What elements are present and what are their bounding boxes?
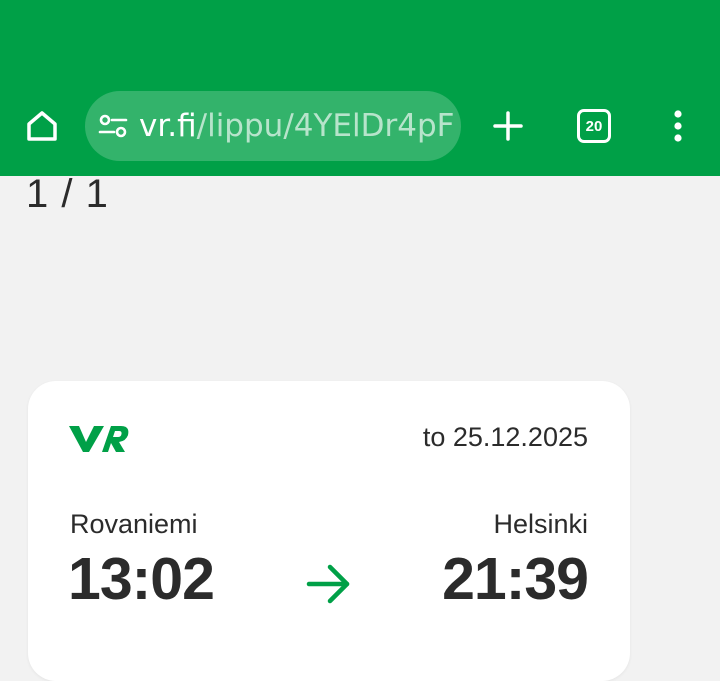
url-path: /lippu/4YElDr4pF <box>196 108 455 144</box>
more-options-button[interactable] <box>660 104 696 148</box>
arrow-right-icon <box>306 564 350 604</box>
url-text[interactable]: vr.fi/lippu/4YElDr4pF <box>139 108 454 144</box>
ticket-card[interactable]: to 25.12.2025 Rovaniemi Helsinki 13:02 2… <box>28 381 630 681</box>
ticket-page-counter: 1 / 1 <box>26 172 109 216</box>
vr-logo <box>69 426 129 452</box>
site-settings-icon <box>98 114 128 138</box>
tab-switcher-icon: 20 <box>577 109 611 143</box>
more-vert-icon <box>674 110 682 142</box>
ticket-date: to 25.12.2025 <box>422 422 588 452</box>
origin-station: Rovaniemi <box>70 509 198 539</box>
destination-station: Helsinki <box>493 509 588 539</box>
site-settings-button[interactable] <box>95 108 131 144</box>
address-bar[interactable]: vr.fi/lippu/4YElDr4pF <box>85 91 461 161</box>
departure-time: 13:02 <box>68 546 215 612</box>
home-icon <box>27 111 57 141</box>
browser-toolbar: vr.fi/lippu/4YElDr4pF 20 <box>0 0 720 176</box>
tab-count: 20 <box>585 117 603 135</box>
arrival-time: 21:39 <box>442 546 589 612</box>
tab-switcher-button[interactable]: 20 <box>574 106 614 146</box>
new-tab-button[interactable] <box>486 104 530 148</box>
plus-icon <box>493 111 523 141</box>
home-button[interactable] <box>20 104 64 148</box>
url-domain: vr.fi <box>139 108 197 144</box>
